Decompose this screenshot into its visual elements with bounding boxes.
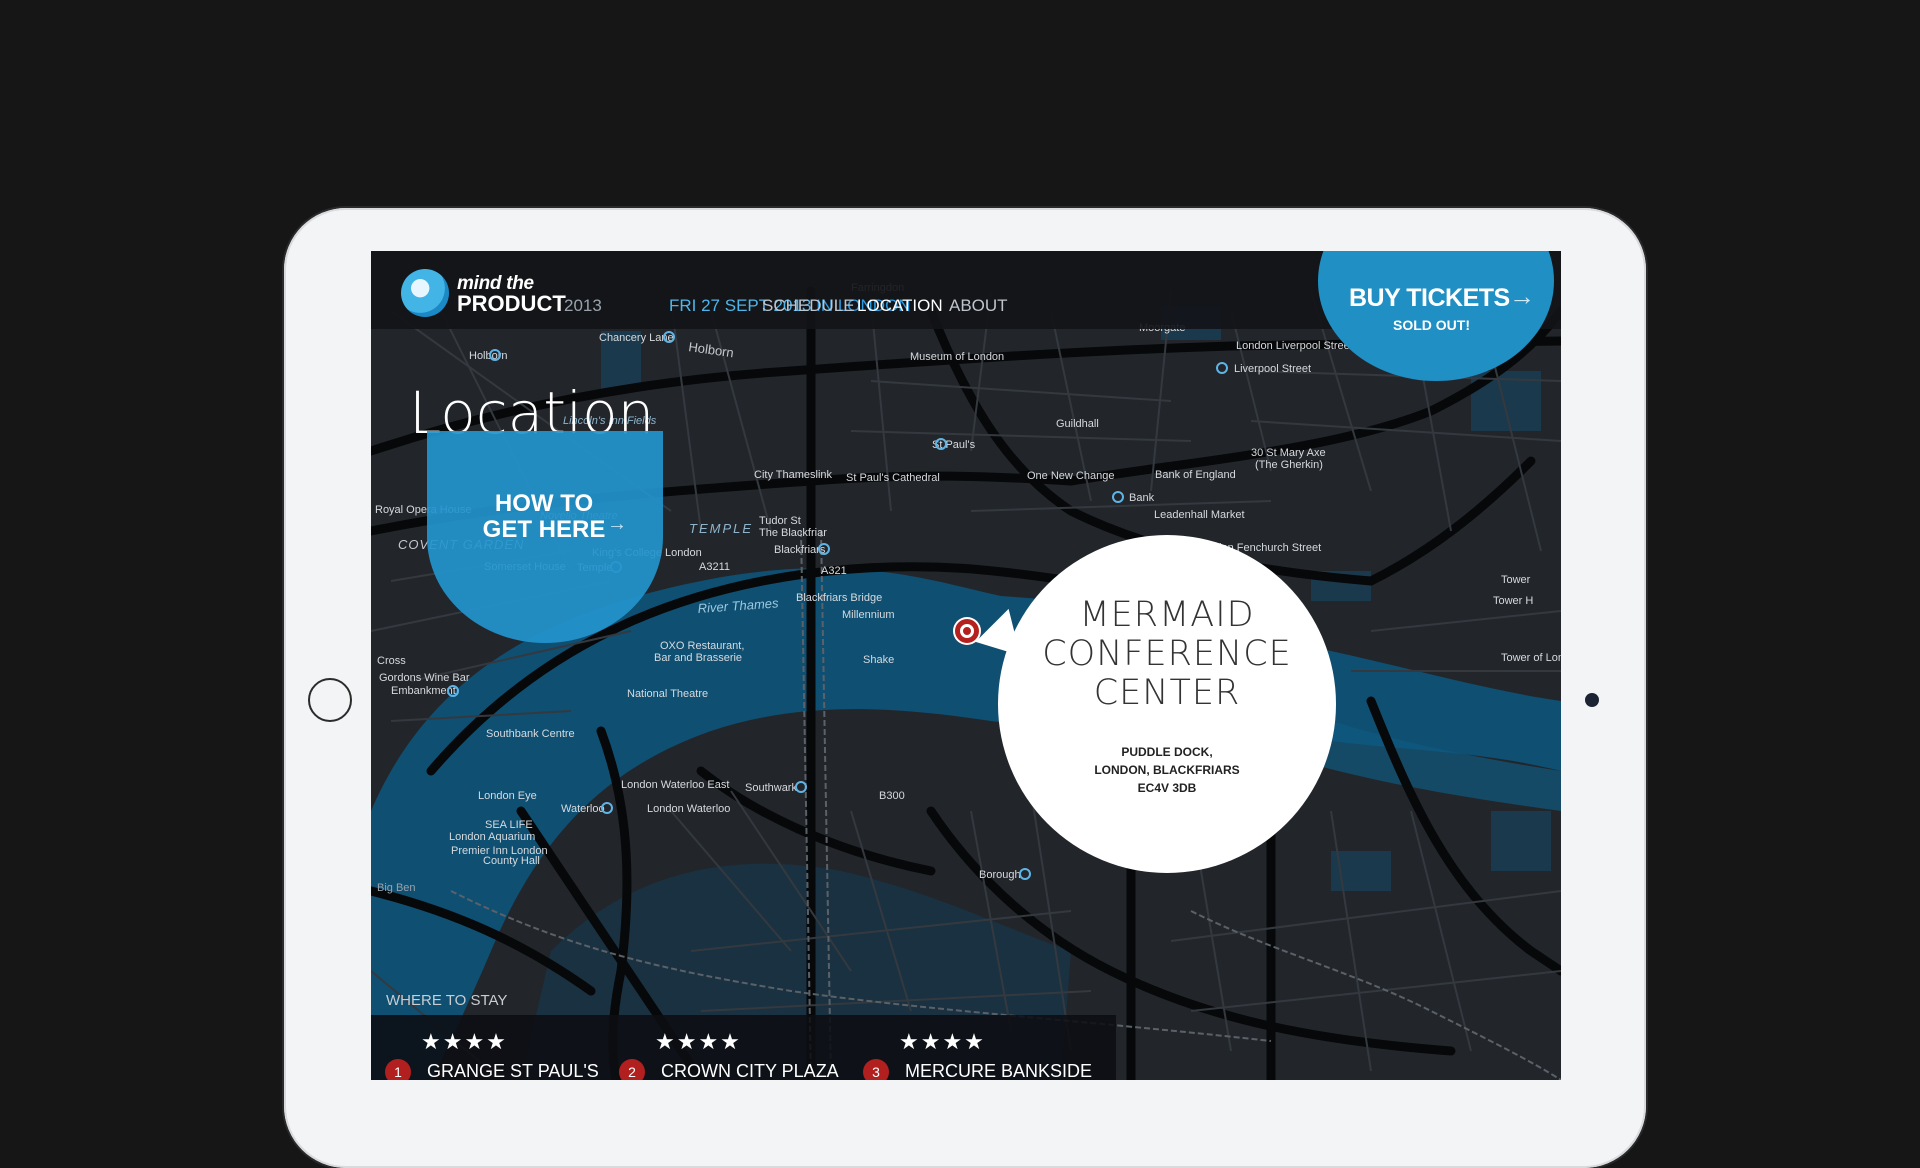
svg-text:Millennium: Millennium — [842, 609, 895, 621]
svg-text:Blackfriars: Blackfriars — [774, 544, 826, 556]
nav-location[interactable]: LOCATION — [857, 296, 943, 316]
brand-year: 2013 — [564, 296, 602, 315]
svg-text:Guildhall: Guildhall — [1056, 418, 1099, 430]
where-to-stay-heading: WHERE TO STAY — [386, 992, 508, 1009]
svg-text:County Hall: County Hall — [483, 855, 540, 867]
app-screen: Chancery Lane Holborn Holborn Farringdon… — [371, 251, 1561, 1080]
svg-text:City Thameslink: City Thameslink — [754, 469, 833, 481]
buy-tickets-label[interactable]: BUY TICKETS — [1349, 284, 1510, 313]
svg-text:A321: A321 — [821, 565, 847, 577]
location-map[interactable]: Chancery Lane Holborn Holborn Farringdon… — [371, 251, 1561, 1080]
svg-text:Embankment: Embankment — [391, 685, 456, 697]
brand-line2: PRODUCT — [457, 291, 566, 316]
svg-text:National Theatre: National Theatre — [627, 688, 708, 700]
hotel-name[interactable]: CROWN CITY PLAZA — [661, 1061, 839, 1080]
venue-name: MERMAID CONFERENCE CENTER — [998, 596, 1336, 713]
hotel-rank-badge: 3 — [863, 1059, 889, 1080]
svg-text:TEMPLE: TEMPLE — [689, 521, 753, 536]
venue-address-line: EC4V 3DB — [1137, 781, 1197, 795]
svg-text:Cross: Cross — [377, 655, 406, 667]
hotel-name[interactable]: GRANGE ST PAUL'S — [427, 1061, 599, 1080]
hotel-name[interactable]: MERCURE BANKSIDE — [905, 1061, 1092, 1080]
svg-text:Leadenhall Market: Leadenhall Market — [1154, 509, 1245, 521]
nav-about[interactable]: ABOUT — [949, 296, 1008, 316]
brand-logo-icon[interactable] — [401, 269, 449, 317]
nav-schedule[interactable]: SCHEDULE — [762, 296, 855, 316]
svg-text:Shake: Shake — [863, 654, 894, 666]
svg-text:Blackfriars Bridge: Blackfriars Bridge — [796, 592, 882, 604]
svg-text:The Blackfriar: The Blackfriar — [759, 527, 827, 539]
svg-text:London Waterloo: London Waterloo — [647, 803, 730, 815]
svg-text:Tower H: Tower H — [1493, 595, 1533, 607]
front-camera — [1585, 693, 1599, 707]
svg-text:Southwark: Southwark — [745, 782, 797, 794]
svg-text:London Liverpool Street: London Liverpool Street — [1236, 340, 1353, 352]
svg-text:Southbank Centre: Southbank Centre — [486, 728, 575, 740]
svg-text:Holborn: Holborn — [469, 350, 508, 362]
svg-text:London Aquarium: London Aquarium — [449, 831, 535, 843]
home-button[interactable] — [308, 678, 352, 722]
svg-text:A3211: A3211 — [699, 561, 730, 573]
svg-text:London Eye: London Eye — [478, 790, 537, 802]
venue-name-line: CENTER — [1093, 673, 1241, 713]
svg-text:Waterloo: Waterloo — [561, 803, 605, 815]
svg-text:Bank of England: Bank of England — [1155, 469, 1236, 481]
svg-text:Museum of London: Museum of London — [910, 351, 1004, 363]
arrow-right-icon: → — [1509, 281, 1535, 311]
venue-name-line: MERMAID — [1079, 595, 1255, 635]
svg-text:St Paul's Cathedral: St Paul's Cathedral — [846, 472, 940, 484]
svg-text:SEA LIFE: SEA LIFE — [485, 819, 533, 831]
svg-text:Bank: Bank — [1129, 492, 1155, 504]
svg-text:Tudor St: Tudor St — [759, 515, 801, 527]
arrow-right-icon: → — [607, 513, 627, 535]
star-rating: ★★★★ — [421, 1029, 508, 1054]
star-rating: ★★★★ — [655, 1029, 742, 1054]
svg-text:Liverpool Street: Liverpool Street — [1234, 363, 1311, 375]
svg-text:Gordons Wine Bar: Gordons Wine Bar — [379, 672, 470, 684]
venue-address-line: LONDON, BLACKFRIARS — [1094, 763, 1240, 777]
svg-text:(The Gherkin): (The Gherkin) — [1255, 459, 1323, 471]
svg-text:Tower: Tower — [1501, 574, 1531, 586]
venue-address-line: PUDDLE DOCK, — [1121, 745, 1213, 759]
svg-text:Bar and Brasserie: Bar and Brasserie — [654, 652, 742, 664]
venue-name-line: CONFERENCE — [1042, 634, 1292, 674]
how-to-get-here-label[interactable]: HOW TO GET HERE — [482, 491, 606, 543]
tickets-status: SOLD OUT! — [1393, 317, 1470, 333]
svg-text:London Waterloo East: London Waterloo East — [621, 779, 729, 791]
svg-text:B300: B300 — [879, 790, 905, 802]
svg-text:Tower of Lon: Tower of Lon — [1501, 652, 1561, 664]
hotel-rank-badge: 1 — [385, 1059, 411, 1080]
svg-text:Big Ben: Big Ben — [377, 882, 416, 894]
svg-text:Borough: Borough — [979, 869, 1021, 881]
svg-text:Chancery Lane: Chancery Lane — [599, 332, 674, 344]
venue-address: PUDDLE DOCK, LONDON, BLACKFRIARS EC4V 3D… — [998, 743, 1336, 797]
svg-text:OXO Restaurant,: OXO Restaurant, — [660, 640, 744, 652]
svg-text:30 St Mary Axe: 30 St Mary Axe — [1251, 447, 1326, 459]
star-rating: ★★★★ — [899, 1029, 986, 1054]
svg-text:One New Change: One New Change — [1027, 470, 1114, 482]
hotel-rank-badge: 2 — [619, 1059, 645, 1080]
